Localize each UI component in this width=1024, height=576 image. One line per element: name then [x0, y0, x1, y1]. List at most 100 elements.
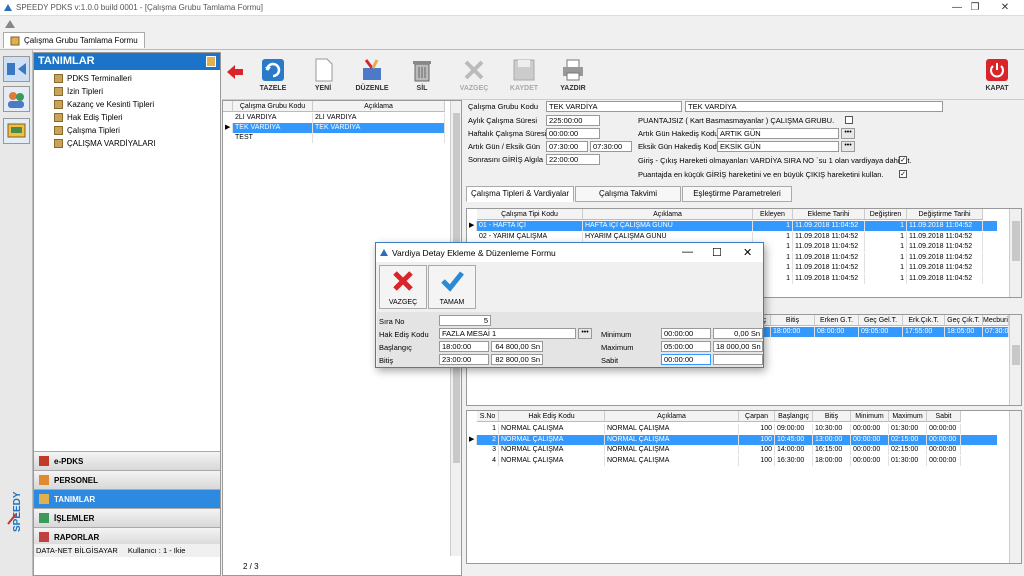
- dialog-minimize-button[interactable]: —: [682, 246, 693, 258]
- table-row[interactable]: 2Lİ VARDİYA 2Lİ VARDİYA: [223, 113, 445, 123]
- sira-field[interactable]: 5: [439, 315, 491, 326]
- cell-sabit: 00:00:00: [927, 445, 961, 455]
- tree-item-kazanc-kesinti[interactable]: Kazanç ve Kesinti Tipleri: [54, 100, 154, 110]
- vazgec-toolbar-button[interactable]: VAZGEÇ: [452, 54, 496, 98]
- tab-calisma-grubu[interactable]: Çalışma Grubu Tamlama Formu: [3, 32, 145, 48]
- col-header-hak-kodu[interactable]: Hak Ediş Kodu: [499, 411, 605, 422]
- col-header-maximum[interactable]: Maximum: [889, 411, 927, 422]
- table-row-selected[interactable]: ▶ 01 - HAFTA İÇİ HAFTA İÇİ ÇALIŞMA GÜNÜ 1 11…: [467, 221, 997, 231]
- eksik-hak-lookup-button[interactable]: •••: [841, 141, 855, 152]
- haftalik-field[interactable]: 00:00:00: [546, 128, 600, 139]
- tree-item-pdks-terminalleri[interactable]: PDKS Terminalleri: [54, 74, 132, 84]
- giris-cikis-checkbox[interactable]: ✓: [899, 156, 907, 164]
- col-header-carpan[interactable]: Çarpan: [739, 411, 775, 422]
- table-row[interactable]: 4 NORMAL ÇALIŞMA NORMAL ÇALIŞMA 100 16:30:00…: [467, 455, 997, 466]
- cell-ekleyen: 1: [753, 221, 793, 231]
- puantajsiz-checkbox[interactable]: [845, 116, 853, 124]
- aciklama-field[interactable]: TEK VARDİYA: [685, 101, 943, 112]
- col-header-mecburi[interactable]: Mecburi: [983, 315, 1009, 326]
- tree-item-label: Hak Ediş Tipleri: [67, 113, 123, 122]
- hak-lookup-button[interactable]: •••: [578, 328, 592, 339]
- restore-button[interactable]: ❐: [968, 2, 982, 14]
- hakedis-grid-scrollbar[interactable]: [1009, 411, 1021, 563]
- yazdir-button[interactable]: YAZDIR: [551, 54, 595, 98]
- tree-item-izin-tipleri[interactable]: İzin Tipleri: [54, 87, 103, 97]
- col-header-tipi-kodu[interactable]: Çalışma Tipi Kodu: [477, 209, 583, 220]
- back-arrow-icon[interactable]: [225, 62, 245, 82]
- bitis-field[interactable]: 23:00:00: [439, 354, 489, 365]
- vardiya-grid-scrollbar[interactable]: [1009, 315, 1021, 405]
- tree-item-hak-edis[interactable]: Hak Ediş Tipleri: [54, 113, 123, 123]
- panel-toggle-icon[interactable]: [3, 56, 30, 82]
- scrollbar-thumb[interactable]: [1012, 221, 1020, 261]
- pin-icon[interactable]: [206, 56, 216, 67]
- table-row[interactable]: 02 - YARIM ÇALIŞMA HYARIM ÇALIŞMA GÜNÜ 1 11…: [467, 231, 997, 242]
- nav-islemler[interactable]: İŞLEMLER: [34, 508, 220, 527]
- col-header-aciklama[interactable]: Açıklama: [313, 101, 445, 112]
- col-header-degistiren[interactable]: Değiştiren: [865, 209, 907, 220]
- hak-field[interactable]: FAZLA MESAİ 1: [439, 328, 576, 339]
- dialog-close-button[interactable]: ✕: [743, 246, 752, 259]
- puantaj-checkbox[interactable]: ✓: [899, 170, 907, 178]
- maximum-field[interactable]: 05:00:00: [661, 341, 711, 352]
- table-row-selected[interactable]: ▶ TEK VARDİYA TEK VARDİYA: [223, 123, 445, 133]
- col-header-minimum[interactable]: Minimum: [851, 411, 889, 422]
- col-header-sabit[interactable]: Sabit: [927, 411, 961, 422]
- col-header-ekleyen[interactable]: Ekleyen: [753, 209, 793, 220]
- vazgec-button[interactable]: VAZGEÇ: [379, 265, 427, 309]
- col-header-sno[interactable]: S.No: [477, 411, 499, 422]
- nav-e-pdks[interactable]: e-PDKS: [34, 451, 220, 470]
- col-header-degistirme-tarihi[interactable]: Değiştirme Tarihi: [907, 209, 983, 220]
- col-header-bitis[interactable]: Bitiş: [813, 411, 851, 422]
- artik-hak-lookup-button[interactable]: •••: [841, 128, 855, 139]
- tamam-button[interactable]: TAMAM: [428, 265, 476, 309]
- col-header-baslangic[interactable]: Başlangıç: [775, 411, 813, 422]
- users-icon[interactable]: [3, 86, 30, 112]
- table-row-selected[interactable]: ▶ 2 NORMAL ÇALIŞMA NORMAL ÇALIŞMA 100 10:45:0…: [467, 434, 997, 445]
- close-button[interactable]: ✕: [998, 2, 1012, 14]
- nav-personel[interactable]: PERSONEL: [34, 470, 220, 489]
- tree-item-calisma-vardiyalari[interactable]: ÇALIŞMA VARDİYALARI: [54, 139, 156, 149]
- tree-item-calisma-tipleri[interactable]: Çalışma Tipleri: [54, 126, 120, 136]
- tab-calisma-takvimi[interactable]: Çalışma Takvimi: [575, 186, 681, 202]
- kapat-button[interactable]: KAPAT: [975, 54, 1019, 98]
- col-header-erken-gt[interactable]: Erken G.T.: [815, 315, 859, 326]
- artik-field[interactable]: 07:30:00: [546, 141, 588, 152]
- col-header-bitis[interactable]: Bitiş: [771, 315, 815, 326]
- col-header-kod[interactable]: Çalışma Grubu Kodu: [233, 101, 313, 112]
- document-tab-strip: Çalışma Grubu Tamlama Formu: [0, 16, 1024, 50]
- eksik-field[interactable]: 07:30:00: [590, 141, 632, 152]
- tab-calisma-tipleri[interactable]: Çalışma Tipleri & Vardiyalar: [466, 186, 574, 202]
- col-header-gec-gel[interactable]: Geç Gel.T.: [859, 315, 903, 326]
- col-header-gec-cik[interactable]: Geç Çık.T.: [945, 315, 983, 326]
- baslangic-field[interactable]: 18:00:00: [439, 341, 489, 352]
- terminal-icon[interactable]: [3, 118, 30, 144]
- minimize-button[interactable]: —: [950, 2, 964, 14]
- col-header-ekleme-tarihi[interactable]: Ekleme Tarihi: [793, 209, 865, 220]
- table-row[interactable]: TEST: [223, 133, 445, 143]
- yeni-button[interactable]: YENİ: [301, 54, 345, 98]
- cell-degistiren: 1: [865, 221, 907, 231]
- eksik-hak-field[interactable]: EKSİK GÜN: [717, 141, 839, 152]
- table-row[interactable]: 3 NORMAL ÇALIŞMA NORMAL ÇALIŞMA 100 14:00:00…: [467, 445, 997, 455]
- dialog-maximize-button[interactable]: ☐: [712, 246, 722, 259]
- table-row[interactable]: 1 NORMAL ÇALIŞMA NORMAL ÇALIŞMA 100 09:00:00…: [467, 424, 997, 434]
- scrollbar-thumb[interactable]: [1012, 345, 1020, 365]
- col-header-aciklama[interactable]: Açıklama: [583, 209, 753, 220]
- cell-min: 00:00:00: [851, 455, 889, 466]
- nav-tanimlar[interactable]: TANIMLAR: [34, 489, 220, 508]
- aylik-field[interactable]: 225:00:00: [546, 115, 600, 126]
- kaydet-button[interactable]: KAYDET: [502, 54, 546, 98]
- minimum-field[interactable]: 00:00:00: [661, 328, 711, 339]
- tab-eslestirme[interactable]: Eşleştirme Parametreleri: [682, 186, 792, 202]
- col-header-erk-cik[interactable]: Erk.Çık.T.: [903, 315, 945, 326]
- kod-field[interactable]: TEK VARDİYA: [546, 101, 682, 112]
- tazele-button[interactable]: TAZELE: [251, 54, 295, 98]
- shift-grid-scrollbar[interactable]: [1009, 209, 1021, 297]
- duzenle-button[interactable]: DÜZENLE: [350, 54, 394, 98]
- col-header-aciklama[interactable]: Açıklama: [605, 411, 739, 422]
- artik-hak-field[interactable]: ARTIK GÜN: [717, 128, 839, 139]
- sil-button[interactable]: SİL: [400, 54, 444, 98]
- sonrasini-field[interactable]: 22:00:00: [546, 154, 600, 165]
- sabit-field[interactable]: 00:00:00: [661, 354, 711, 365]
